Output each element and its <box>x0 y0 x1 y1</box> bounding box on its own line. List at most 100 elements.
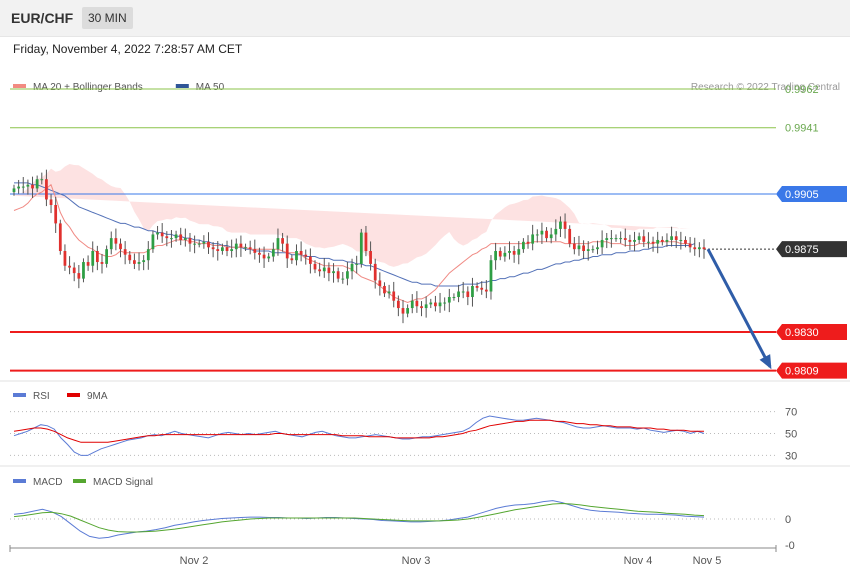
candle-body <box>378 280 382 286</box>
candle-body <box>156 232 159 235</box>
candle-body <box>31 184 34 189</box>
candle-body <box>128 254 132 261</box>
candle-body <box>660 239 664 242</box>
candle-body <box>605 238 609 240</box>
forecast-arrow-line <box>706 248 772 368</box>
candle-body <box>438 302 442 307</box>
candle-body <box>234 243 238 250</box>
candle-body <box>313 263 317 270</box>
candle-body <box>447 297 451 303</box>
candle-body <box>665 239 669 242</box>
candle-body <box>549 234 553 239</box>
candle-body <box>522 241 525 250</box>
candle-body <box>49 199 53 205</box>
x-tick-label: Nov 2 <box>180 555 209 567</box>
candle-body <box>183 238 187 240</box>
candle-body <box>332 271 335 274</box>
candle-body <box>628 239 632 242</box>
candle-body <box>322 267 326 272</box>
level-label: 0.9941 <box>785 123 819 135</box>
candle-body <box>498 251 502 257</box>
candle-body <box>216 249 220 252</box>
candle-body <box>642 236 646 242</box>
candle-body <box>262 254 266 259</box>
candle-body <box>554 228 558 235</box>
candle-body <box>119 243 122 250</box>
candle-body <box>45 179 48 200</box>
level-label: 0.9830 <box>785 327 819 339</box>
chart-canvas: MA 20 + Bollinger Bands MA 50 Research © 2… <box>0 82 850 567</box>
candle-body <box>40 179 44 181</box>
candle-body <box>600 239 604 248</box>
candle-body <box>457 291 460 298</box>
candle-body <box>702 247 706 250</box>
candle-body <box>415 300 419 307</box>
legend-label: MACD <box>33 477 62 488</box>
candle-body <box>100 262 104 264</box>
legend-label: RSI <box>33 391 50 402</box>
candle-body <box>697 247 701 250</box>
candle-body <box>670 236 673 240</box>
candle-body <box>582 245 585 252</box>
candle-body <box>568 228 572 244</box>
candle-body <box>197 243 201 245</box>
candle-body <box>596 247 599 250</box>
candle-body <box>160 232 164 237</box>
candle-body <box>105 249 108 264</box>
candle-body <box>420 306 423 309</box>
legend-swatch <box>13 393 26 397</box>
candle-body <box>429 302 433 305</box>
candle-body <box>508 251 511 253</box>
candle-body <box>109 238 113 250</box>
candle-body <box>350 263 354 272</box>
candle-body <box>308 256 312 264</box>
candle-body <box>679 239 683 241</box>
candle-body <box>410 300 414 309</box>
candle-body <box>619 238 623 240</box>
candle-body <box>248 247 252 250</box>
rsi-9ma-line <box>13 419 704 443</box>
candle-body <box>188 238 192 244</box>
candle-body <box>72 267 76 274</box>
candle-body <box>295 251 298 261</box>
legend-swatch <box>13 84 26 88</box>
candle-body <box>146 249 150 261</box>
candle-body <box>452 297 456 299</box>
candle-body <box>17 186 21 189</box>
candle-body <box>637 236 641 240</box>
candle-body <box>21 186 25 188</box>
candle-body <box>86 262 90 266</box>
candle-body <box>258 252 261 255</box>
legend-label: 9MA <box>87 391 108 402</box>
candle-body <box>142 260 146 263</box>
legend-label: MA 50 <box>196 82 225 93</box>
candle-body <box>656 239 660 244</box>
candle-body <box>503 252 507 257</box>
legend-swatch <box>175 84 189 88</box>
candle-body <box>392 291 396 301</box>
candle-body <box>674 236 678 240</box>
candle-body <box>225 247 229 252</box>
candle-body <box>137 262 141 264</box>
candle-body <box>318 269 322 272</box>
candle-body <box>373 263 377 281</box>
candle-body <box>387 291 391 294</box>
candle-body <box>54 204 58 224</box>
candle-body <box>58 223 62 252</box>
candle-body <box>489 260 493 292</box>
rsi-tick-label: 30 <box>785 450 797 462</box>
macd-tick-label: 0 <box>785 514 791 526</box>
candle-body <box>610 238 613 240</box>
candle-body <box>239 243 243 248</box>
candle-body <box>434 302 437 307</box>
candle-body <box>151 234 155 250</box>
candle-body <box>512 251 516 255</box>
candle-body <box>230 249 234 252</box>
candle-body <box>466 291 470 298</box>
candle-body <box>406 308 410 314</box>
candle-body <box>647 241 650 243</box>
rsi-tick-label: 50 <box>785 429 797 441</box>
candle-body <box>63 251 67 266</box>
level-label: 0.9905 <box>785 189 819 201</box>
candle-body <box>77 273 81 279</box>
